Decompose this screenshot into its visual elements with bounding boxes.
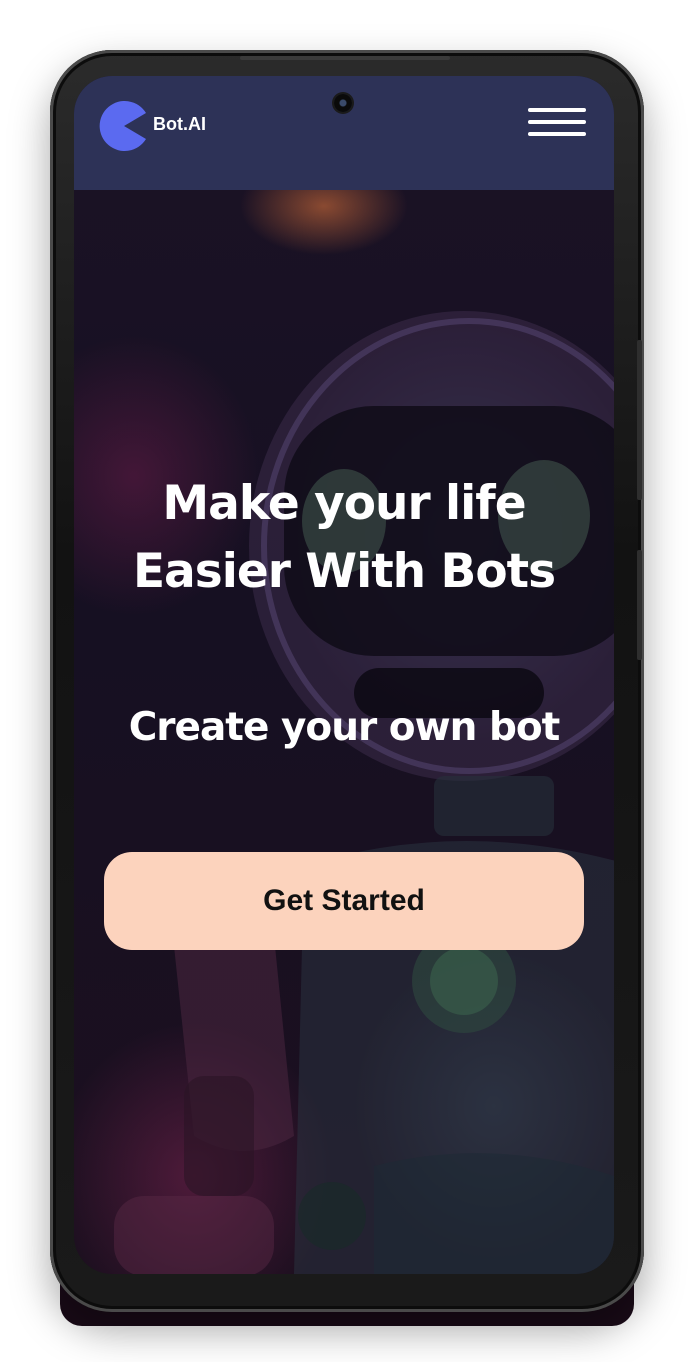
phone-speaker-slit — [240, 56, 450, 60]
menu-bar — [528, 132, 586, 136]
phone-volume-button — [637, 340, 642, 500]
robot-illustration — [114, 311, 614, 1274]
top-navbar: Bot.AI — [74, 76, 614, 190]
menu-bar — [528, 108, 586, 112]
phone-power-button — [637, 550, 642, 660]
get-started-button[interactable]: Get Started — [104, 852, 584, 950]
hero-headline: Make your life Easier With Bots — [74, 470, 614, 606]
headline-line-2: Easier With Bots — [132, 544, 556, 599]
hero-subheadline: Create your own bot — [128, 705, 561, 750]
pacman-logo-icon[interactable] — [99, 101, 149, 151]
brand-name[interactable]: Bot.AI — [153, 114, 206, 135]
front-camera — [334, 94, 352, 112]
hamburger-menu-icon[interactable] — [528, 104, 590, 140]
phone-screen: Bot.AI Make your life Easier With Bots C… — [74, 76, 614, 1274]
menu-bar — [528, 120, 586, 124]
headline-line-1: Make your life — [162, 476, 526, 531]
